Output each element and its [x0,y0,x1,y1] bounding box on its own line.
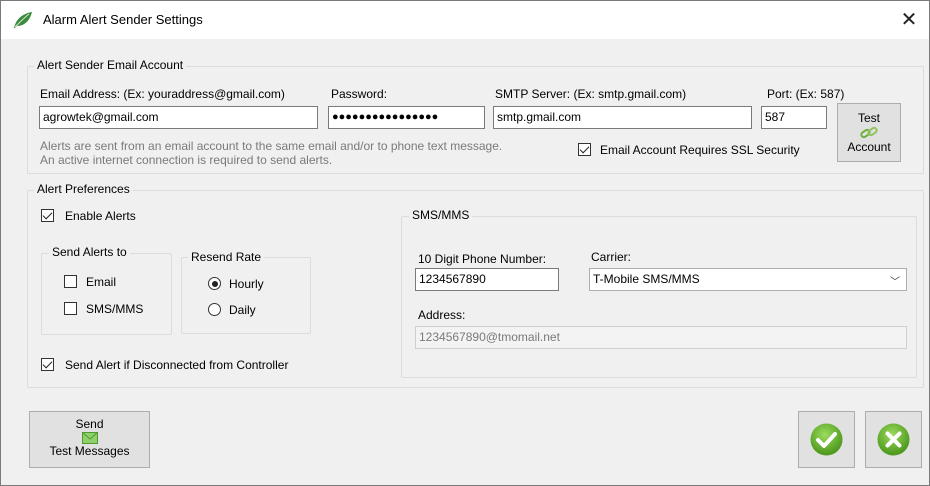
sms-alert-checkbox[interactable] [64,302,77,315]
phone-number-input[interactable]: 1234567890 [415,268,559,291]
hourly-label: Hourly [229,277,264,291]
close-icon: ✕ [900,9,918,31]
alert-preferences-group-label: Alert Preferences [34,182,133,196]
disconnected-alert-label: Send Alert if Disconnected from Controll… [65,358,289,372]
sms-alert-label: SMS/MMS [86,302,144,316]
sms-mms-group-label: SMS/MMS [409,208,473,222]
send-button-label-2: Test Messages [49,444,130,458]
email-account-group-label: Alert Sender Email Account [34,58,187,72]
carrier-value: T-Mobile SMS/MMS [593,272,700,286]
port-input[interactable]: 587 [761,106,827,129]
smtp-server-label: SMTP Server: (Ex: smtp.gmail.com) [495,87,687,101]
port-label: Port: (Ex: 587) [767,87,845,101]
send-alerts-to-label: Send Alerts to [49,245,130,259]
x-icon [877,423,910,456]
carrier-label: Carrier: [591,250,632,264]
title-bar: Alarm Alert Sender Settings ✕ [1,1,929,39]
test-account-button[interactable]: Test Account [837,103,901,162]
ssl-label: Email Account Requires SSL Security [600,143,800,157]
info-text-line-1: Alerts are sent from an email account to… [40,139,503,153]
password-input[interactable]: ●●●●●●●●●●●●●●●● [328,106,485,129]
disconnected-alert-checkbox[interactable] [41,358,54,371]
phone-number-label: 10 Digit Phone Number: [418,252,547,266]
smtp-server-input[interactable]: smtp.gmail.com [493,106,752,129]
address-label: Address: [418,308,466,322]
send-button-label-1: Send [75,417,104,431]
test-account-label-2: Account [847,140,891,154]
send-alerts-to-group [41,253,172,335]
hourly-radio[interactable] [208,277,221,290]
resend-rate-label: Resend Rate [188,250,265,264]
daily-label: Daily [229,303,256,317]
email-alert-label: Email [86,275,117,289]
enable-alerts-checkbox[interactable] [41,209,54,222]
carrier-select[interactable]: T-Mobile SMS/MMS ﹀ [589,268,907,291]
ssl-checkbox[interactable] [578,143,591,156]
leaf-app-icon [14,12,32,28]
envelope-icon [81,432,98,444]
resend-rate-group [181,257,311,334]
window-title: Alarm Alert Sender Settings [43,12,203,27]
email-address-input[interactable]: agrowtek@gmail.com [39,106,318,129]
address-input: 1234567890@tmomail.net [415,326,907,349]
info-text-line-2: An active internet connection is require… [40,153,333,167]
daily-radio[interactable] [208,303,221,316]
settings-window: Alarm Alert Sender Settings ✕ Alert Send… [0,0,930,486]
checkmark-icon [810,423,843,456]
send-test-messages-button[interactable]: Send Test Messages [29,411,150,468]
password-label: Password: [331,87,388,101]
ok-button[interactable] [798,411,855,468]
link-chain-icon [860,126,878,139]
email-address-label: Email Address: (Ex: youraddress@gmail.co… [40,87,285,101]
test-account-label-1: Test [857,111,880,125]
email-alert-checkbox[interactable] [64,275,77,288]
enable-alerts-label: Enable Alerts [65,209,136,223]
sms-mms-group [401,216,917,378]
chevron-down-icon: ﹀ [890,277,900,288]
cancel-button[interactable] [865,411,922,468]
close-button[interactable]: ✕ [889,1,929,39]
